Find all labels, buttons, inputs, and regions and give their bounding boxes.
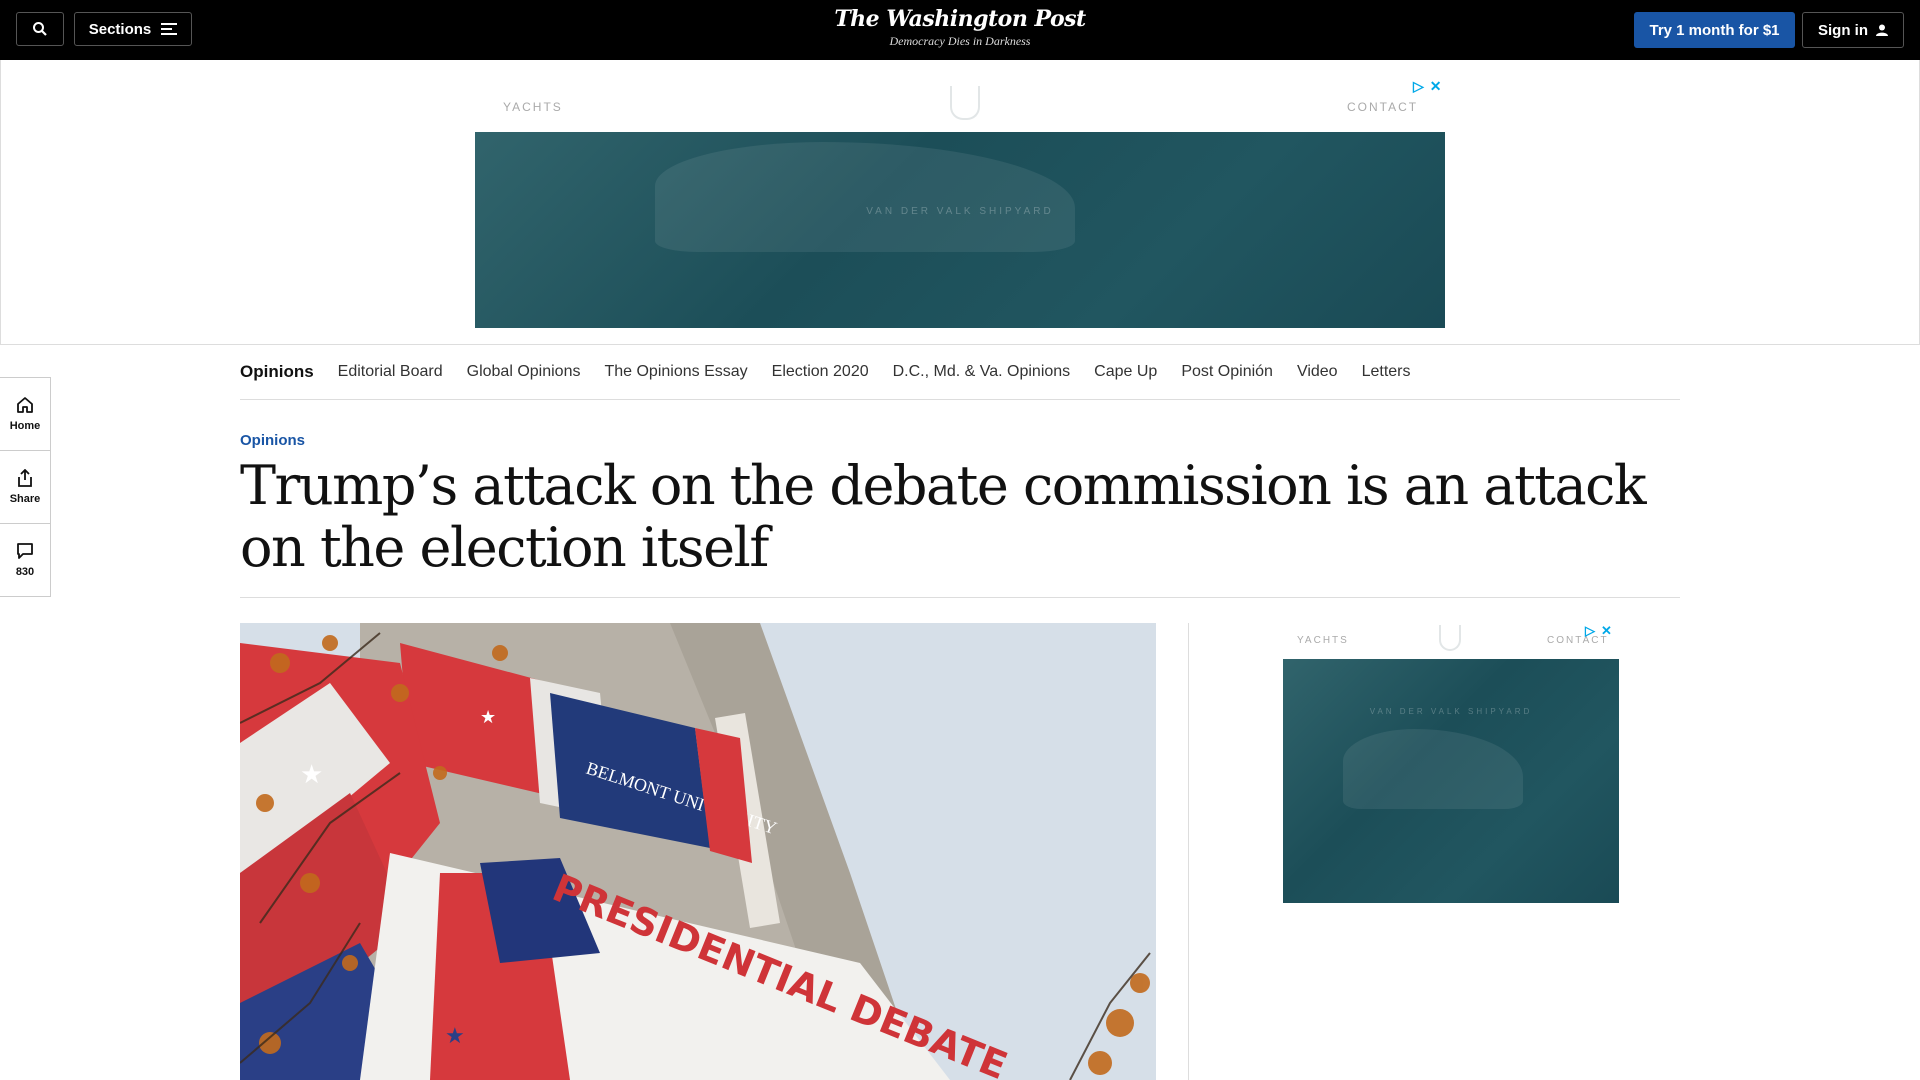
nav-global-opinions[interactable]: Global Opinions	[467, 363, 581, 381]
column-divider	[1188, 623, 1189, 1080]
home-label: Home	[9, 420, 41, 432]
ad-yachts-label: YACHTS	[503, 100, 563, 114]
hamburger-icon	[161, 23, 178, 35]
side-ad-yachts-label: YACHTS	[1297, 635, 1349, 646]
svg-text:★: ★	[300, 759, 323, 789]
user-icon	[1876, 24, 1888, 36]
nav-opinions[interactable]: Opinions	[240, 362, 314, 382]
ad-close-icon[interactable]: ✕	[1430, 78, 1442, 95]
side-ad-image[interactable]: VAN DER VALK SHIPYARD	[1283, 659, 1619, 903]
comments-count: 830	[15, 566, 35, 578]
svg-text:★: ★	[480, 707, 496, 727]
sections-label: Sections	[88, 20, 152, 38]
search-icon	[33, 22, 47, 36]
debate-building-illustration: BELMONT UNIVERSITY PRESIDENTIAL DEBATE ★…	[240, 623, 1156, 1080]
share-icon	[18, 469, 32, 487]
comment-icon	[17, 543, 33, 559]
nav-video[interactable]: Video	[1297, 363, 1338, 381]
share-button[interactable]: Share	[0, 451, 50, 524]
washington-post-logo[interactable]: The Washington Post Democracy Dies in Da…	[760, 6, 1160, 49]
nav-editorial-board[interactable]: Editorial Board	[338, 363, 443, 381]
sign-in-button[interactable]: Sign in	[1802, 12, 1904, 48]
ad-choices[interactable]: ▷ ✕	[1413, 78, 1442, 95]
ad-brand-logo	[950, 86, 980, 120]
side-ad-brand-text: VAN DER VALK SHIPYARD	[1369, 707, 1533, 716]
share-label: Share	[9, 493, 41, 505]
side-ad-choices[interactable]: ▷ ✕	[1585, 623, 1612, 639]
home-icon	[17, 397, 33, 413]
nav-cape-up[interactable]: Cape Up	[1094, 363, 1157, 381]
article-headline: Trump’s attack on the debate commission …	[240, 454, 1647, 579]
share-rail: Home Share 830	[0, 377, 51, 597]
ad-contact-label: CONTACT	[1347, 100, 1419, 114]
brand-name: The Washington Post	[834, 6, 1086, 32]
nav-dc-md-va-opinions[interactable]: D.C., Md. & Va. Opinions	[893, 363, 1071, 381]
headline-divider	[240, 597, 1680, 598]
nav-letters[interactable]: Letters	[1362, 363, 1411, 381]
side-ad-yacht-shape	[1343, 729, 1523, 809]
top-banner-ad[interactable]: YACHTS CONTACT ▷ ✕ VAN DER VALK SHIPYARD	[0, 60, 1920, 345]
ad-image[interactable]: VAN DER VALK SHIPYARD	[475, 132, 1445, 328]
article-hero-image: BELMONT UNIVERSITY PRESIDENTIAL DEBATE ★…	[240, 623, 1156, 1080]
brand-tagline: Democracy Dies in Darkness	[889, 34, 1031, 48]
nav-opinions-essay[interactable]: The Opinions Essay	[604, 363, 747, 381]
home-button[interactable]: Home	[0, 378, 50, 451]
side-ad-brand-logo	[1439, 625, 1461, 651]
nav-election-2020[interactable]: Election 2020	[772, 363, 869, 381]
article-kicker[interactable]: Opinions	[240, 432, 305, 449]
svg-text:★: ★	[445, 1023, 465, 1048]
opinions-section-nav: Opinions Editorial Board Global Opinions…	[240, 345, 1680, 400]
search-button[interactable]	[16, 12, 64, 46]
sections-menu-button[interactable]: Sections	[74, 12, 192, 46]
comments-button[interactable]: 830	[0, 524, 50, 596]
ad-header-bar: YACHTS CONTACT ▷ ✕	[475, 76, 1445, 130]
ad-brand-text: VAN DER VALK SHIPYARD	[866, 206, 1054, 217]
side-ad-close-icon[interactable]: ✕	[1601, 623, 1612, 639]
side-ad-choices-icon[interactable]: ▷	[1585, 623, 1595, 639]
ad-choices-icon[interactable]: ▷	[1413, 78, 1424, 95]
top-navigation-bar: Sections The Washington Post Democracy D…	[0, 0, 1920, 60]
subscribe-button[interactable]: Try 1 month for $1	[1634, 12, 1795, 48]
sidebar-ad[interactable]: YACHTS CONTACT ▷ ✕ VAN DER VALK SHIPYARD	[1283, 623, 1619, 903]
sign-in-label: Sign in	[1818, 21, 1868, 39]
nav-post-opinion[interactable]: Post Opinión	[1181, 363, 1273, 381]
ad-yacht-shape	[655, 142, 1075, 252]
